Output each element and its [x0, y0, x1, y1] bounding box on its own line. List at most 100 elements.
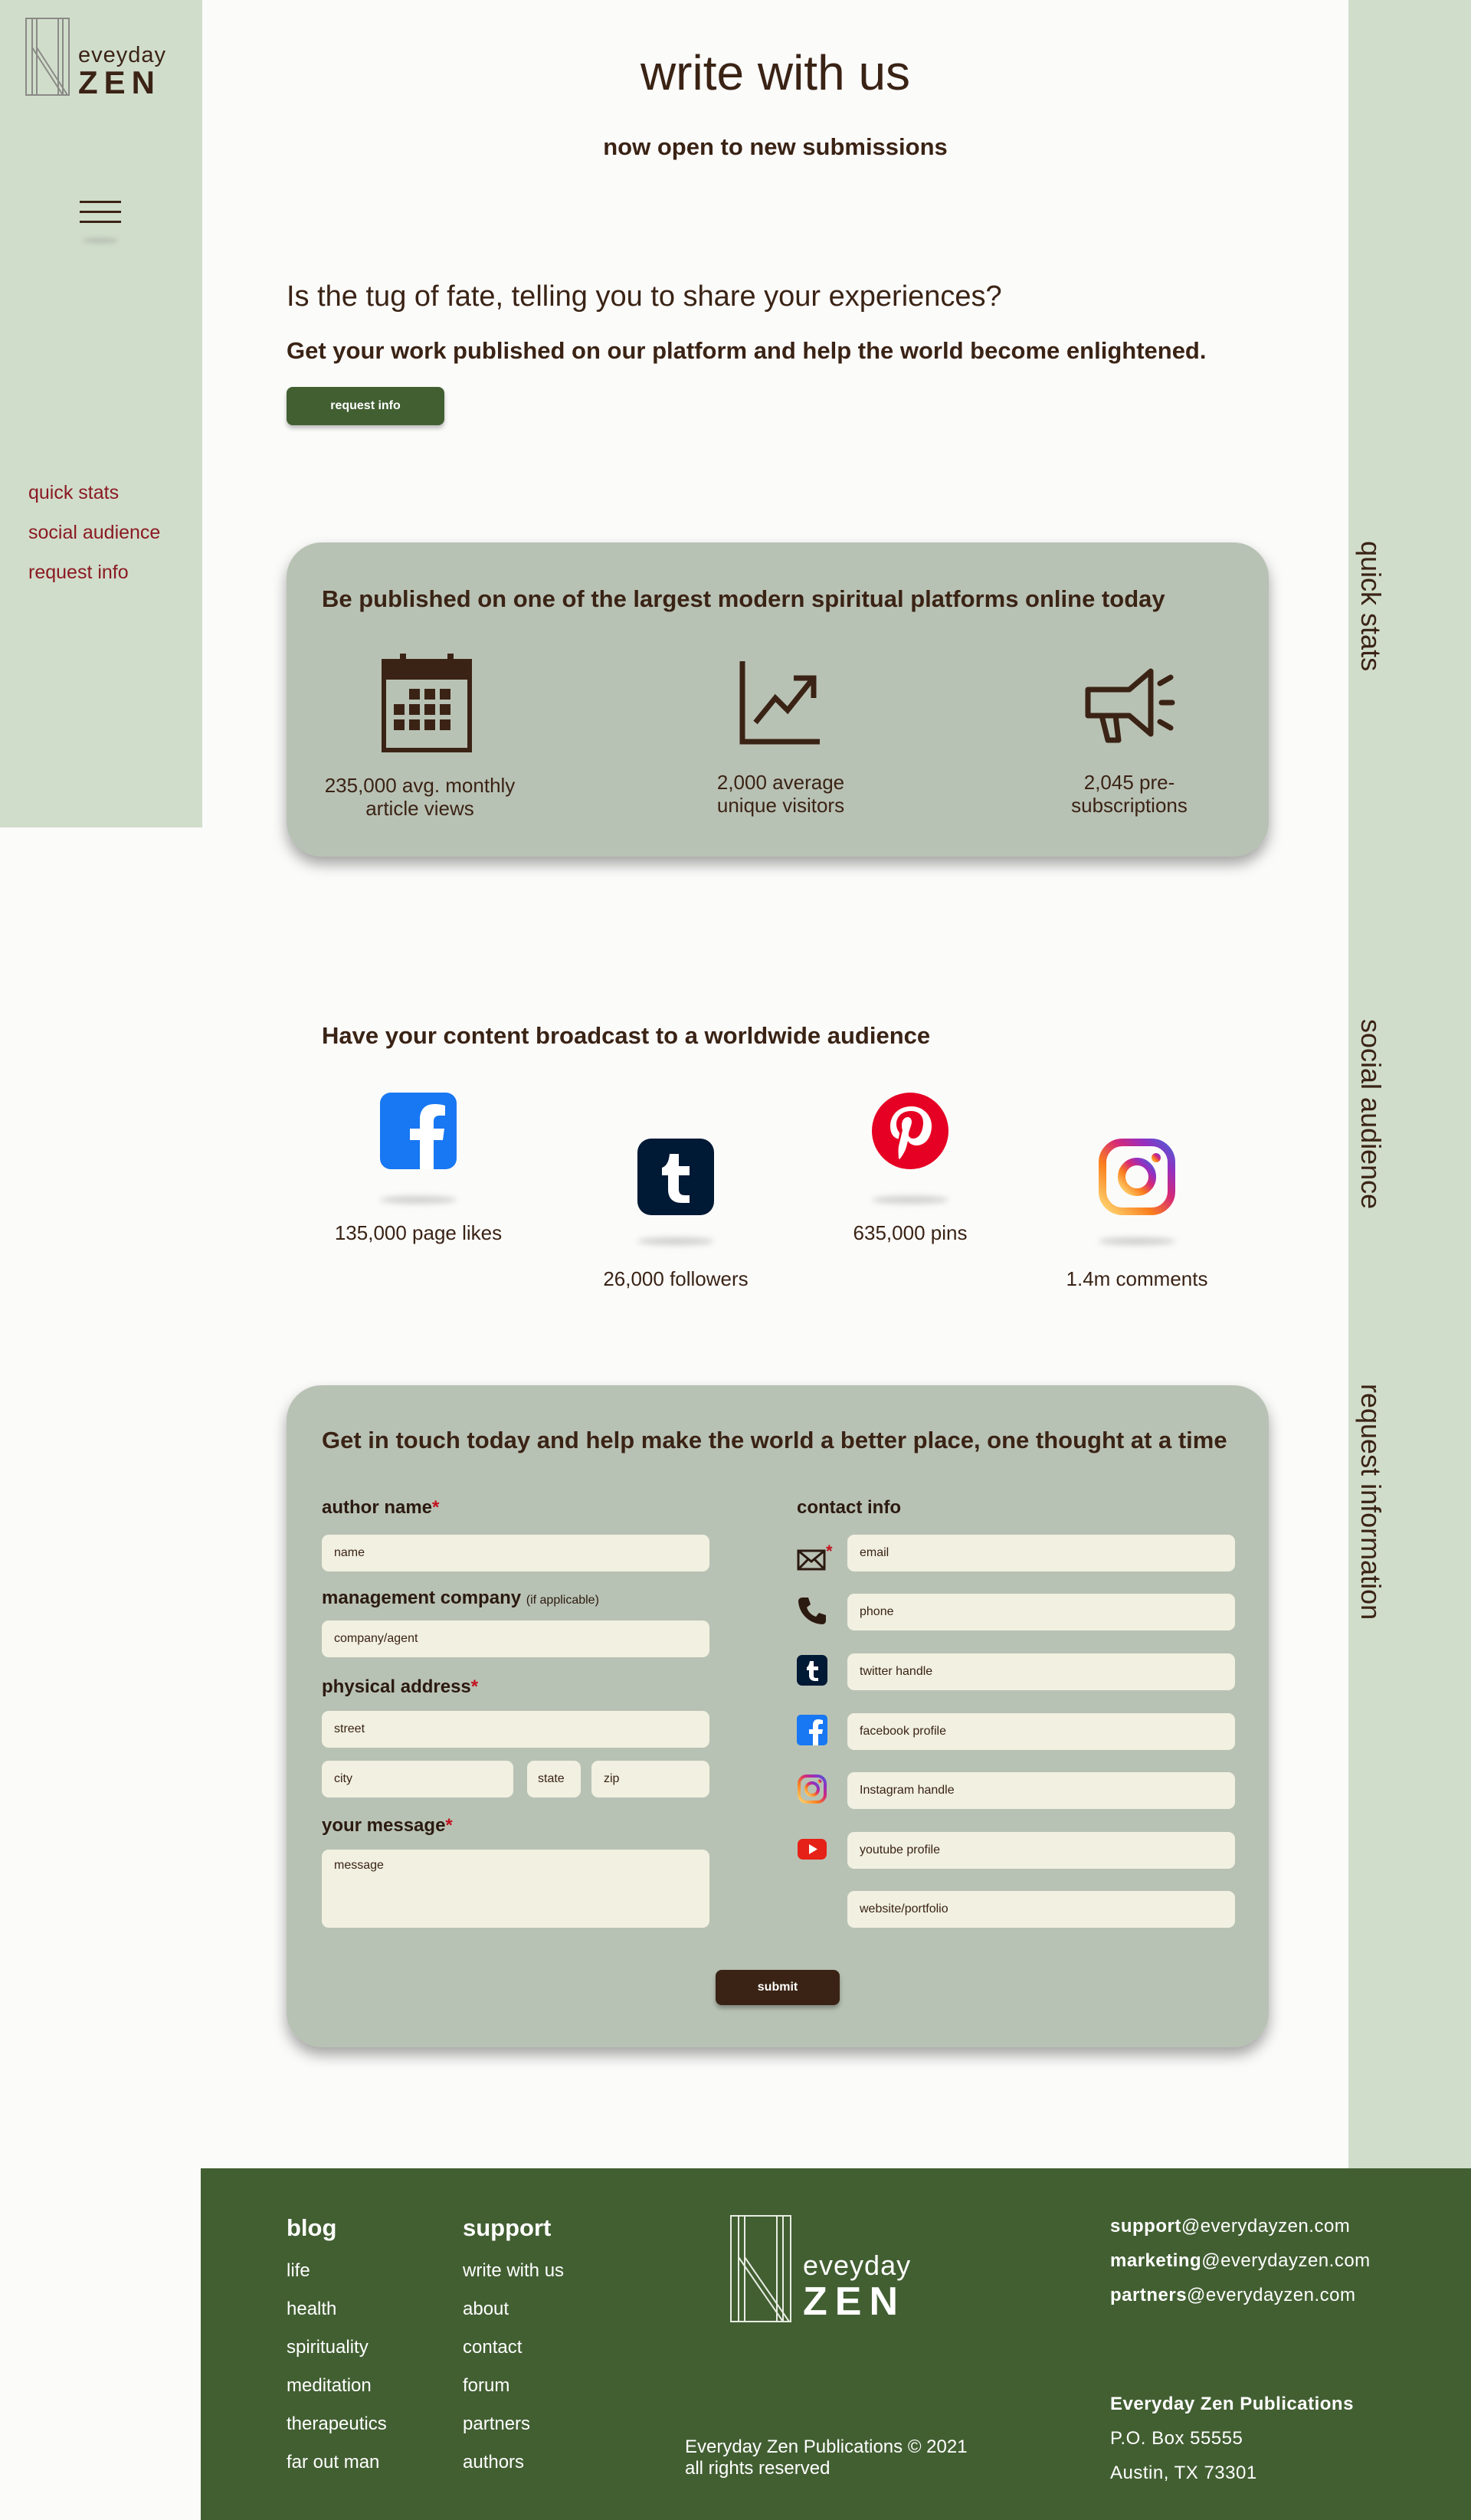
website-input[interactable] — [847, 1891, 1235, 1928]
label-note: (if applicable) — [526, 1594, 599, 1607]
instagram-icon[interactable] — [1099, 1139, 1175, 1215]
left-sidebar: eveyday ZEN quick stats social audience … — [0, 0, 202, 827]
youtube-input[interactable] — [847, 1832, 1235, 1869]
youtube-icon — [798, 1839, 827, 1860]
footer-blog-title: blog — [287, 2214, 337, 2241]
physical-address-label: physical address* — [322, 1676, 478, 1698]
marketing-email[interactable]: marketing@everydayzen.com — [1110, 2250, 1371, 2272]
required-mark: * — [432, 1497, 440, 1518]
menu-icon[interactable] — [80, 201, 121, 245]
message-input[interactable] — [322, 1850, 709, 1928]
footer-link-forum[interactable]: forum — [463, 2375, 509, 2397]
logo-mark-icon — [730, 2215, 791, 2322]
icon-shadow — [380, 1196, 457, 1204]
page-subtitle: now open to new submissions — [603, 133, 948, 160]
footer-support-title: support — [463, 2214, 552, 2241]
menu-bar — [80, 211, 121, 213]
city-input[interactable] — [322, 1761, 513, 1797]
footer-link-far-out-man[interactable]: far out man — [287, 2452, 379, 2473]
facebook-input[interactable] — [847, 1713, 1235, 1750]
icon-shadow — [872, 1196, 948, 1204]
contact-info-label: contact info — [797, 1497, 901, 1518]
icon-shadow — [1099, 1237, 1175, 1245]
zip-input[interactable] — [591, 1761, 709, 1797]
footer: blog life health spirituality meditation… — [201, 2168, 1471, 2520]
footer-link-about[interactable]: about — [463, 2299, 509, 2320]
section-label-request-information: request information — [1355, 1384, 1387, 1620]
author-name-input[interactable] — [322, 1535, 709, 1571]
footer-link-authors[interactable]: authors — [463, 2452, 524, 2473]
copyright-line: all rights reserved — [685, 2458, 831, 2479]
logo-text-bottom: ZEN — [78, 64, 161, 100]
partners-email[interactable]: partners@everydayzen.com — [1110, 2285, 1356, 2306]
email-name: support — [1110, 2216, 1181, 2237]
request-info-button[interactable]: request info — [287, 387, 444, 425]
footer-logo[interactable]: eveyday ZEN — [729, 2214, 929, 2329]
footer-link-partners[interactable]: partners — [463, 2413, 530, 2435]
label-text: physical address — [322, 1676, 471, 1697]
intro-lead: Get your work published on our platform … — [287, 337, 1207, 364]
menu-bar — [80, 221, 121, 223]
footer-link-write-with-us[interactable]: write with us — [463, 2260, 564, 2282]
required-mark: * — [826, 1542, 833, 1561]
section-label-social-audience: social audience — [1355, 1019, 1387, 1210]
social-title: Have your content broadcast to a worldwi… — [322, 1022, 931, 1049]
tumblr-icon[interactable] — [637, 1139, 714, 1215]
phone-input[interactable] — [847, 1594, 1235, 1630]
stats-title: Be published on one of the largest moder… — [322, 585, 1165, 612]
footer-link-life[interactable]: life — [287, 2260, 310, 2282]
nav-quick-stats[interactable]: quick stats — [28, 481, 160, 504]
required-mark: * — [445, 1815, 453, 1836]
street-input[interactable] — [322, 1711, 709, 1748]
instagram-stat: 1.4m comments — [1066, 1267, 1208, 1290]
facebook-icon[interactable] — [380, 1093, 457, 1169]
copyright-line: Everyday Zen Publications © 2021 — [685, 2436, 968, 2457]
quick-stats-card: Be published on one of the largest moder… — [287, 542, 1269, 857]
author-name-label: author name* — [322, 1497, 439, 1519]
envelope-icon — [797, 1549, 826, 1571]
logo-text-top: eveyday — [803, 2250, 912, 2281]
address-line: P.O. Box 55555 — [1110, 2428, 1243, 2449]
pinterest-stat: 635,000 pins — [853, 1221, 968, 1244]
stat-line: 2,045 pre- — [1083, 771, 1175, 794]
label-text: management company — [322, 1588, 522, 1608]
company-name: Everyday Zen Publications — [1110, 2394, 1354, 2414]
footer-link-health[interactable]: health — [287, 2299, 336, 2320]
footer-link-therapeutics[interactable]: therapeutics — [287, 2413, 387, 2435]
intro-question: Is the tug of fate, telling you to share… — [287, 280, 1002, 313]
stat-line: 2,000 average — [716, 771, 845, 794]
pinterest-icon[interactable] — [872, 1093, 948, 1169]
support-email[interactable]: support@everydayzen.com — [1110, 2216, 1350, 2237]
footer-link-contact[interactable]: contact — [463, 2337, 522, 2358]
brand-logo[interactable]: eveyday ZEN — [25, 17, 170, 100]
submit-button[interactable]: submit — [716, 1970, 840, 2005]
state-input[interactable] — [527, 1761, 581, 1797]
management-company-label: management company (if applicable) — [322, 1588, 599, 1609]
footer-link-meditation[interactable]: meditation — [287, 2375, 372, 2397]
stat-line: article views — [365, 797, 474, 820]
nav-request-info[interactable]: request info — [28, 561, 160, 584]
instagram-icon — [798, 1774, 827, 1804]
section-label-quick-stats: quick stats — [1355, 541, 1387, 672]
email-input[interactable] — [847, 1535, 1235, 1571]
stat-unique-visitors: 2,000 average unique visitors — [681, 771, 880, 817]
label-text: author name — [322, 1497, 433, 1518]
tumblr-stat: 26,000 followers — [603, 1267, 749, 1290]
menu-bar — [80, 201, 121, 203]
nav-social-audience[interactable]: social audience — [28, 521, 160, 544]
logo-text-bottom: ZEN — [803, 2279, 906, 2324]
required-mark: * — [470, 1676, 479, 1697]
stat-line: unique visitors — [716, 794, 845, 817]
logo-mark-icon — [25, 18, 70, 96]
stat-pre-subscriptions: 2,045 pre- subscriptions — [1030, 771, 1229, 817]
calendar-icon — [382, 654, 472, 752]
phone-icon — [798, 1598, 826, 1624]
footer-link-spirituality[interactable]: spirituality — [287, 2337, 369, 2358]
icon-shadow — [637, 1237, 714, 1245]
instagram-input[interactable] — [847, 1772, 1235, 1809]
company-input[interactable] — [322, 1620, 709, 1657]
email-domain: @everydayzen.com — [1187, 2285, 1356, 2305]
chart-up-icon — [739, 661, 820, 745]
label-text: your message — [322, 1815, 446, 1836]
twitter-input[interactable] — [847, 1653, 1235, 1690]
